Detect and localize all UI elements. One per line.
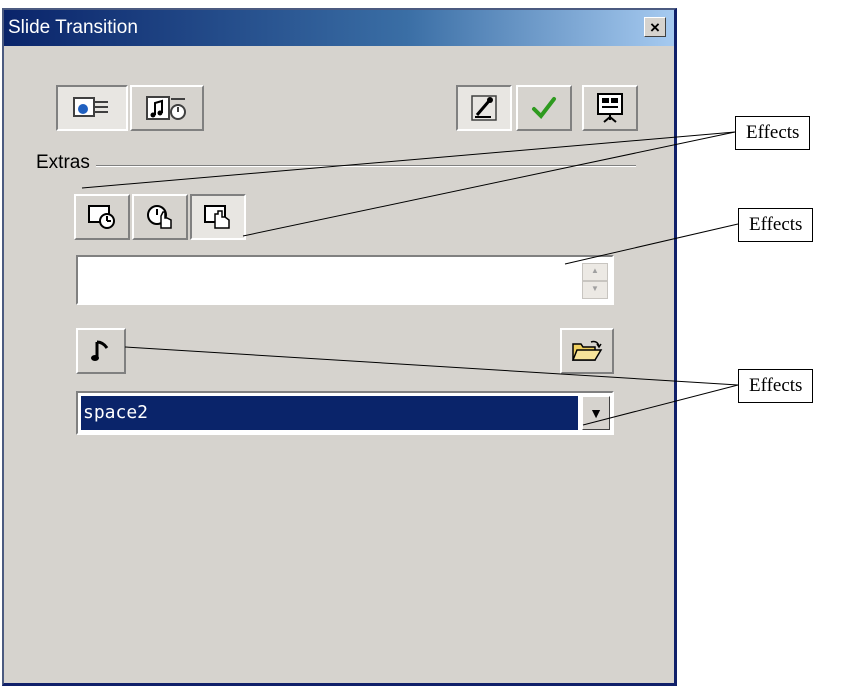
callout-effects-2: Effects (738, 208, 814, 242)
callout-effects-1: Effects (735, 116, 811, 150)
callout-leader-lines (81, 131, 739, 426)
callout-effects-3: Effects (738, 369, 814, 403)
